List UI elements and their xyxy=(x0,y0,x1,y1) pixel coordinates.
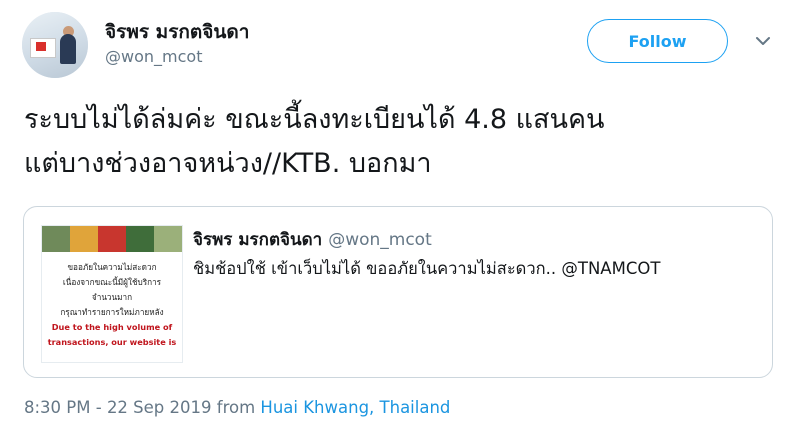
image-english-line: transactions, our website is xyxy=(47,337,177,347)
image-thai-line: ขออภัยในความไม่สะดวก xyxy=(67,262,157,272)
follow-button[interactable]: Follow xyxy=(587,19,728,63)
author-handle[interactable]: @won_mcot xyxy=(105,47,202,66)
tweet-time[interactable]: 8:30 PM xyxy=(24,398,90,417)
avatar[interactable] xyxy=(22,12,88,78)
chevron-down-icon[interactable] xyxy=(753,33,773,49)
tweet-text-line: ระบบไม่ได้ล่มค่ะ ขณะนี้ลงทะเบียนได้ 4.8 … xyxy=(24,104,605,135)
quoted-tweet-image[interactable]: ขออภัยในความไม่สะดวก เนื่องจากขณะนี้มีผู… xyxy=(41,225,183,363)
image-thai-line: จำนวนมาก xyxy=(91,292,133,302)
quoted-author-name: จิรพร มรกตจินดา xyxy=(193,230,323,250)
tweet-meta: 8:30 PM - 22 Sep 2019 from Huai Khwang, … xyxy=(24,398,451,417)
avatar-person xyxy=(60,34,76,64)
from-label: from xyxy=(216,398,256,417)
image-thai-line: เนื่องจากขณะนี้มีผู้ใช้บริการ xyxy=(62,277,162,287)
quoted-tweet-header: จิรพร มรกตจินดา @won_mcot xyxy=(193,226,432,253)
image-photo-strip xyxy=(42,226,182,252)
tweet-text: ระบบไม่ได้ล่มค่ะ ขณะนี้ลงทะเบียนได้ 4.8 … xyxy=(24,98,794,186)
follow-button-label: Follow xyxy=(628,31,687,51)
avatar-logo-mark xyxy=(36,42,46,51)
tweet-date[interactable]: 22 Sep 2019 xyxy=(107,398,212,417)
quoted-tweet-text: ชิมช้อปใช้ เข้าเว็บไม่ได้ ขออภัยในความไม… xyxy=(193,259,661,278)
tweet-text-line: แต่บางช่วงอาจหน่วง//KTB. บอกมา xyxy=(24,148,432,179)
tweet-location-link[interactable]: Huai Khwang, Thailand xyxy=(260,398,450,417)
author-display-name[interactable]: จิรพร มรกตจินดา xyxy=(105,17,249,47)
quoted-author-handle: @won_mcot xyxy=(328,230,432,250)
image-thai-line: กรุณาทำรายการใหม่ภายหลัง xyxy=(60,307,164,317)
image-notice-text: ขออภัยในความไม่สะดวก เนื่องจากขณะนี้มีผู… xyxy=(42,260,182,350)
image-english-line: Due to the high volume of xyxy=(51,322,173,332)
